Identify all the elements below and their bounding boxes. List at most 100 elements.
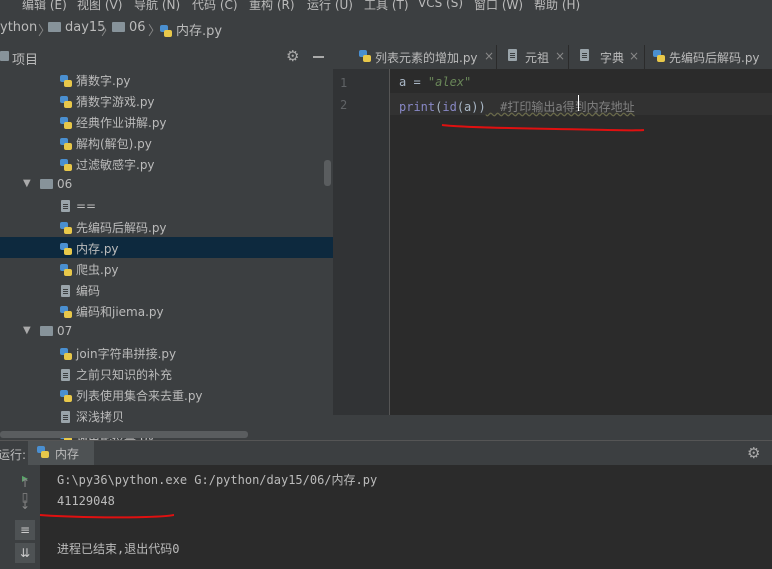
menu-refactor[interactable]: 重构 (R) <box>249 0 295 12</box>
breadcrumb-day15-label: day15 <box>65 20 106 35</box>
tree-item-label: 列表使用集合来去重.py <box>76 389 203 403</box>
python-file-icon <box>60 306 72 318</box>
python-file-icon <box>37 446 49 458</box>
breadcrumb-06[interactable]: 06 <box>112 20 146 35</box>
python-file-icon <box>60 243 72 255</box>
tree-item[interactable]: 猜数字.py <box>0 69 333 90</box>
tree-item-label: == <box>76 199 97 213</box>
tree-folder[interactable]: ▼ 07 <box>0 321 333 342</box>
text-file-icon <box>61 285 70 297</box>
breadcrumb-root[interactable]: ython <box>0 20 37 35</box>
close-icon[interactable]: × <box>555 49 565 63</box>
code-string: "alex" <box>427 75 472 89</box>
tree-item-label: 先编码后解码.py <box>76 221 167 235</box>
tree-folder[interactable]: ▼ 06 <box>0 174 333 195</box>
menu-view[interactable]: 视图 (V) <box>77 0 122 12</box>
project-icon <box>0 51 9 61</box>
tree-item-label: 内存.py <box>76 242 119 256</box>
tree-item[interactable]: 经典作业讲解.py <box>0 111 333 132</box>
tree-item[interactable]: 之前只知识的补充 <box>0 363 333 384</box>
breadcrumb-file[interactable]: 内存.py <box>160 20 222 39</box>
tree-item[interactable]: 过滤敏感字.py <box>0 153 333 174</box>
tree-item[interactable]: 编码 <box>0 279 333 300</box>
expand-arrow-icon[interactable]: ▼ <box>23 325 31 336</box>
console-exit-message: 进程已结束,退出代码0 <box>57 542 180 556</box>
run-tab[interactable]: 内存 <box>28 441 94 465</box>
tree-item[interactable]: 先编码后解码.py <box>0 216 333 237</box>
menu-navigate[interactable]: 导航 (N) <box>134 0 180 12</box>
code-line-2[interactable]: print(id(a)) #打印输出a得到内存地址 <box>399 98 635 115</box>
tree-item[interactable]: 列表使用集合来去重.py <box>0 384 333 405</box>
menu-help[interactable]: 帮助 (H) <box>534 0 580 12</box>
tab-encode-decode[interactable]: 先编码后解码.py <box>645 45 772 69</box>
tree-item-label: 之前只知识的补充 <box>76 368 173 382</box>
run-label: 运行: <box>0 448 27 462</box>
breadcrumb-06-label: 06 <box>129 20 146 35</box>
tree-item-label: 爬虫.py <box>76 263 119 277</box>
soft-wrap-icon[interactable]: ≡ <box>15 520 35 540</box>
code-builtin: print <box>399 100 436 114</box>
python-file-icon <box>60 75 72 87</box>
project-vertical-scrollbar[interactable] <box>324 160 331 186</box>
folder-icon <box>40 326 53 336</box>
tree-item[interactable]: 编码和jiema.py <box>0 300 333 321</box>
menu-vcs[interactable]: VCS (S) <box>418 0 463 10</box>
code-paren: )) <box>471 100 486 114</box>
code-comment: #打印输出a得到内存地址 <box>485 100 635 114</box>
line-number: 2 <box>340 98 348 112</box>
text-file-icon <box>61 411 70 423</box>
close-icon[interactable]: × <box>484 49 494 63</box>
tab-label: 列表元素的增加.py <box>375 51 478 65</box>
tree-item-label: join字符串拼接.py <box>76 347 177 361</box>
tree-item[interactable]: 爬虫.py <box>0 258 333 279</box>
tab-yuanzu[interactable]: 元祖 × <box>497 45 569 69</box>
tree-item[interactable]: 解构(解包).py <box>0 132 333 153</box>
code-operator: = <box>406 75 428 89</box>
red-annotation-underline <box>441 124 645 132</box>
breadcrumb-day15[interactable]: day15 <box>48 20 105 35</box>
menu-code[interactable]: 代码 (C) <box>192 0 238 12</box>
run-tab-label: 内存 <box>55 447 80 461</box>
python-file-icon <box>60 138 72 150</box>
console-output-value: 41129048 <box>57 494 115 508</box>
tab-list-append[interactable]: 列表元素的增加.py × <box>333 45 497 69</box>
tab-label: 先编码后解码.py <box>669 51 760 65</box>
minimize-icon[interactable] <box>313 56 324 58</box>
scroll-down-icon[interactable]: ↓ <box>15 495 35 515</box>
expand-arrow-icon[interactable]: ▼ <box>23 178 31 189</box>
tab-zidian[interactable]: 字典 × <box>569 45 645 69</box>
red-annotation-underline <box>39 514 175 519</box>
code-line-1[interactable]: a = "alex" <box>399 75 471 89</box>
text-cursor <box>578 95 579 111</box>
breadcrumb-file-label: 内存.py <box>176 24 223 39</box>
menu-tools[interactable]: 工具 (T) <box>364 0 409 12</box>
close-icon[interactable]: × <box>629 49 639 63</box>
line-number: 1 <box>340 76 348 90</box>
console-command-line: G:\py36\python.exe G:/python/day15/06/内存… <box>57 473 378 487</box>
tree-item[interactable]: join字符串拼接.py <box>0 342 333 363</box>
scroll-up-icon[interactable]: ↑ <box>15 473 35 493</box>
project-panel-title[interactable]: 项目 <box>12 49 38 68</box>
python-file-icon <box>60 264 72 276</box>
tree-item[interactable]: == <box>0 195 333 216</box>
tree-item[interactable]: 猜数字游戏.py <box>0 90 333 111</box>
python-file-icon <box>60 96 72 108</box>
menu-window[interactable]: 窗口 (W) <box>474 0 523 12</box>
tree-item-label: 07 <box>57 324 73 338</box>
menu-run[interactable]: 运行 (U) <box>307 0 353 12</box>
scroll-to-end-icon[interactable]: ⇊ <box>15 543 35 563</box>
settings-gear-icon[interactable]: ⚙ <box>747 444 760 462</box>
run-toolbar: 运行: 内存 ⚙ <box>0 440 772 466</box>
tree-item-label: 深浅拷贝 <box>76 410 125 424</box>
tree-item-selected[interactable]: 内存.py <box>0 237 333 258</box>
text-file-icon <box>61 369 70 381</box>
project-horizontal-scrollbar[interactable] <box>0 431 248 438</box>
python-file-icon <box>359 50 371 62</box>
folder-icon <box>40 179 53 189</box>
menu-edit[interactable]: 编辑 (E) <box>22 0 67 12</box>
tree-item[interactable]: 深浅拷贝 <box>0 405 333 426</box>
editor-bottom-gap <box>333 415 772 440</box>
python-file-icon <box>60 390 72 402</box>
settings-gear-icon[interactable]: ⚙ <box>286 47 299 65</box>
tab-label: 字典 <box>600 51 625 65</box>
